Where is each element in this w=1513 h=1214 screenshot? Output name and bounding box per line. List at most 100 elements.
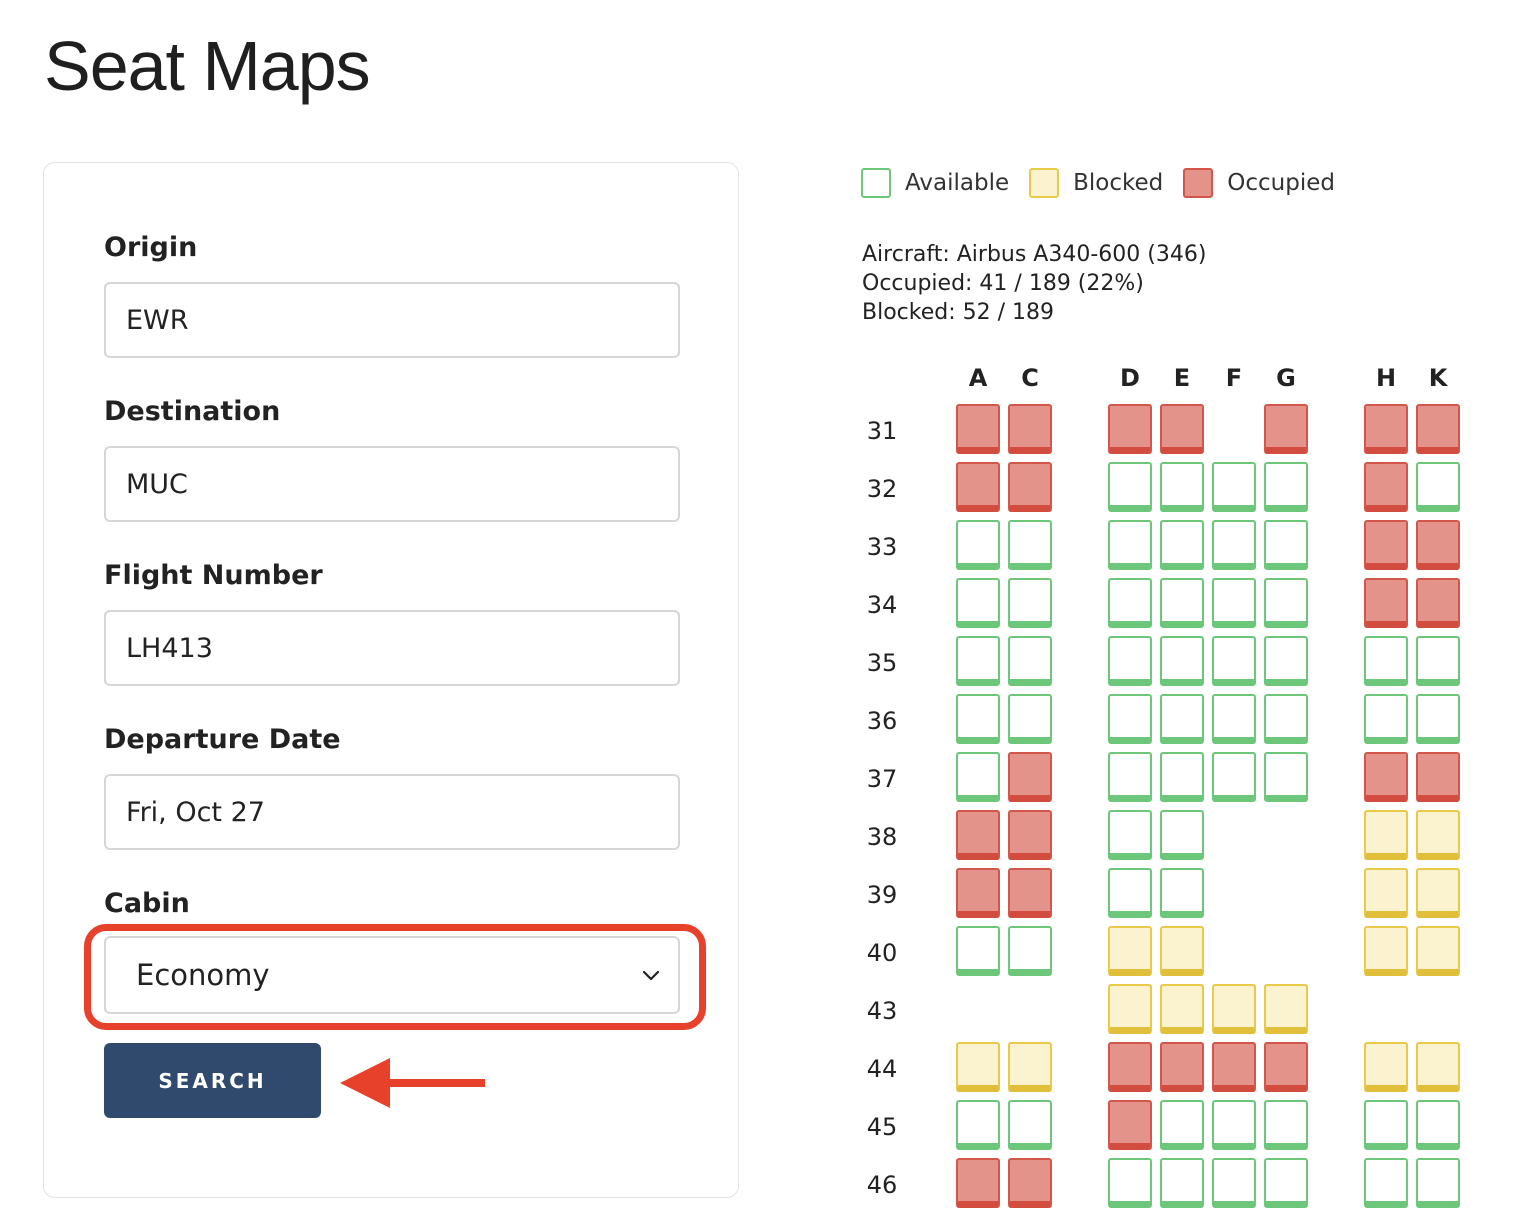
seat-46c[interactable] bbox=[1008, 1158, 1052, 1208]
seat-46g[interactable] bbox=[1264, 1158, 1308, 1208]
seat-38h[interactable] bbox=[1364, 810, 1408, 860]
seat-32h[interactable] bbox=[1364, 462, 1408, 512]
seat-45h[interactable] bbox=[1364, 1100, 1408, 1150]
seat-35k[interactable] bbox=[1416, 636, 1460, 686]
seat-31a[interactable] bbox=[956, 404, 1000, 454]
departure-date-input[interactable] bbox=[104, 774, 680, 850]
seat-37d[interactable] bbox=[1108, 752, 1152, 802]
seat-33c[interactable] bbox=[1008, 520, 1052, 570]
seat-31k[interactable] bbox=[1416, 404, 1460, 454]
seat-44g[interactable] bbox=[1264, 1042, 1308, 1092]
seat-37k[interactable] bbox=[1416, 752, 1460, 802]
seat-45e[interactable] bbox=[1160, 1100, 1204, 1150]
search-button[interactable]: SEARCH bbox=[104, 1043, 321, 1118]
seat-31d[interactable] bbox=[1108, 404, 1152, 454]
seat-35c[interactable] bbox=[1008, 636, 1052, 686]
seat-40c[interactable] bbox=[1008, 926, 1052, 976]
seat-32a[interactable] bbox=[956, 462, 1000, 512]
seat-35e[interactable] bbox=[1160, 636, 1204, 686]
seat-33g[interactable] bbox=[1264, 520, 1308, 570]
seat-45c[interactable] bbox=[1008, 1100, 1052, 1150]
seat-39h[interactable] bbox=[1364, 868, 1408, 918]
seat-32f[interactable] bbox=[1212, 462, 1256, 512]
seat-38k[interactable] bbox=[1416, 810, 1460, 860]
seat-45k[interactable] bbox=[1416, 1100, 1460, 1150]
seat-34a[interactable] bbox=[956, 578, 1000, 628]
seat-37e[interactable] bbox=[1160, 752, 1204, 802]
seat-38d[interactable] bbox=[1108, 810, 1152, 860]
seat-36k[interactable] bbox=[1416, 694, 1460, 744]
seat-43e[interactable] bbox=[1160, 984, 1204, 1034]
seat-35d[interactable] bbox=[1108, 636, 1152, 686]
seat-34e[interactable] bbox=[1160, 578, 1204, 628]
seat-46e[interactable] bbox=[1160, 1158, 1204, 1208]
seat-32e[interactable] bbox=[1160, 462, 1204, 512]
seat-36a[interactable] bbox=[956, 694, 1000, 744]
seat-34c[interactable] bbox=[1008, 578, 1052, 628]
seat-46f[interactable] bbox=[1212, 1158, 1256, 1208]
destination-input[interactable] bbox=[104, 446, 680, 522]
seat-40a[interactable] bbox=[956, 926, 1000, 976]
seat-31h[interactable] bbox=[1364, 404, 1408, 454]
seat-31c[interactable] bbox=[1008, 404, 1052, 454]
seat-36c[interactable] bbox=[1008, 694, 1052, 744]
seat-31g[interactable] bbox=[1264, 404, 1308, 454]
seat-37f[interactable] bbox=[1212, 752, 1256, 802]
seat-36g[interactable] bbox=[1264, 694, 1308, 744]
seat-43f[interactable] bbox=[1212, 984, 1256, 1034]
seat-32k[interactable] bbox=[1416, 462, 1460, 512]
seat-46a[interactable] bbox=[956, 1158, 1000, 1208]
seat-40e[interactable] bbox=[1160, 926, 1204, 976]
seat-44h[interactable] bbox=[1364, 1042, 1408, 1092]
seat-37a[interactable] bbox=[956, 752, 1000, 802]
seat-39c[interactable] bbox=[1008, 868, 1052, 918]
seat-44k[interactable] bbox=[1416, 1042, 1460, 1092]
seat-45d[interactable] bbox=[1108, 1100, 1152, 1150]
seat-36e[interactable] bbox=[1160, 694, 1204, 744]
seat-38e[interactable] bbox=[1160, 810, 1204, 860]
seat-31e[interactable] bbox=[1160, 404, 1204, 454]
cabin-select[interactable]: Economy bbox=[104, 936, 680, 1014]
seat-33f[interactable] bbox=[1212, 520, 1256, 570]
seat-37h[interactable] bbox=[1364, 752, 1408, 802]
seat-32d[interactable] bbox=[1108, 462, 1152, 512]
seat-37g[interactable] bbox=[1264, 752, 1308, 802]
seat-40k[interactable] bbox=[1416, 926, 1460, 976]
seat-44d[interactable] bbox=[1108, 1042, 1152, 1092]
seat-35g[interactable] bbox=[1264, 636, 1308, 686]
seat-32c[interactable] bbox=[1008, 462, 1052, 512]
seat-43g[interactable] bbox=[1264, 984, 1308, 1034]
seat-44a[interactable] bbox=[956, 1042, 1000, 1092]
seat-33k[interactable] bbox=[1416, 520, 1460, 570]
seat-46h[interactable] bbox=[1364, 1158, 1408, 1208]
seat-45a[interactable] bbox=[956, 1100, 1000, 1150]
seat-35h[interactable] bbox=[1364, 636, 1408, 686]
seat-40d[interactable] bbox=[1108, 926, 1152, 976]
seat-34k[interactable] bbox=[1416, 578, 1460, 628]
seat-36h[interactable] bbox=[1364, 694, 1408, 744]
seat-33a[interactable] bbox=[956, 520, 1000, 570]
seat-43d[interactable] bbox=[1108, 984, 1152, 1034]
seat-38c[interactable] bbox=[1008, 810, 1052, 860]
seat-46d[interactable] bbox=[1108, 1158, 1152, 1208]
seat-32g[interactable] bbox=[1264, 462, 1308, 512]
seat-38a[interactable] bbox=[956, 810, 1000, 860]
seat-44f[interactable] bbox=[1212, 1042, 1256, 1092]
seat-34d[interactable] bbox=[1108, 578, 1152, 628]
seat-34f[interactable] bbox=[1212, 578, 1256, 628]
seat-33h[interactable] bbox=[1364, 520, 1408, 570]
flight-number-input[interactable] bbox=[104, 610, 680, 686]
seat-45f[interactable] bbox=[1212, 1100, 1256, 1150]
seat-39k[interactable] bbox=[1416, 868, 1460, 918]
seat-39d[interactable] bbox=[1108, 868, 1152, 918]
seat-44c[interactable] bbox=[1008, 1042, 1052, 1092]
seat-40h[interactable] bbox=[1364, 926, 1408, 976]
seat-46k[interactable] bbox=[1416, 1158, 1460, 1208]
seat-45g[interactable] bbox=[1264, 1100, 1308, 1150]
seat-36d[interactable] bbox=[1108, 694, 1152, 744]
seat-35f[interactable] bbox=[1212, 636, 1256, 686]
seat-37c[interactable] bbox=[1008, 752, 1052, 802]
seat-33e[interactable] bbox=[1160, 520, 1204, 570]
seat-39a[interactable] bbox=[956, 868, 1000, 918]
origin-input[interactable] bbox=[104, 282, 680, 358]
